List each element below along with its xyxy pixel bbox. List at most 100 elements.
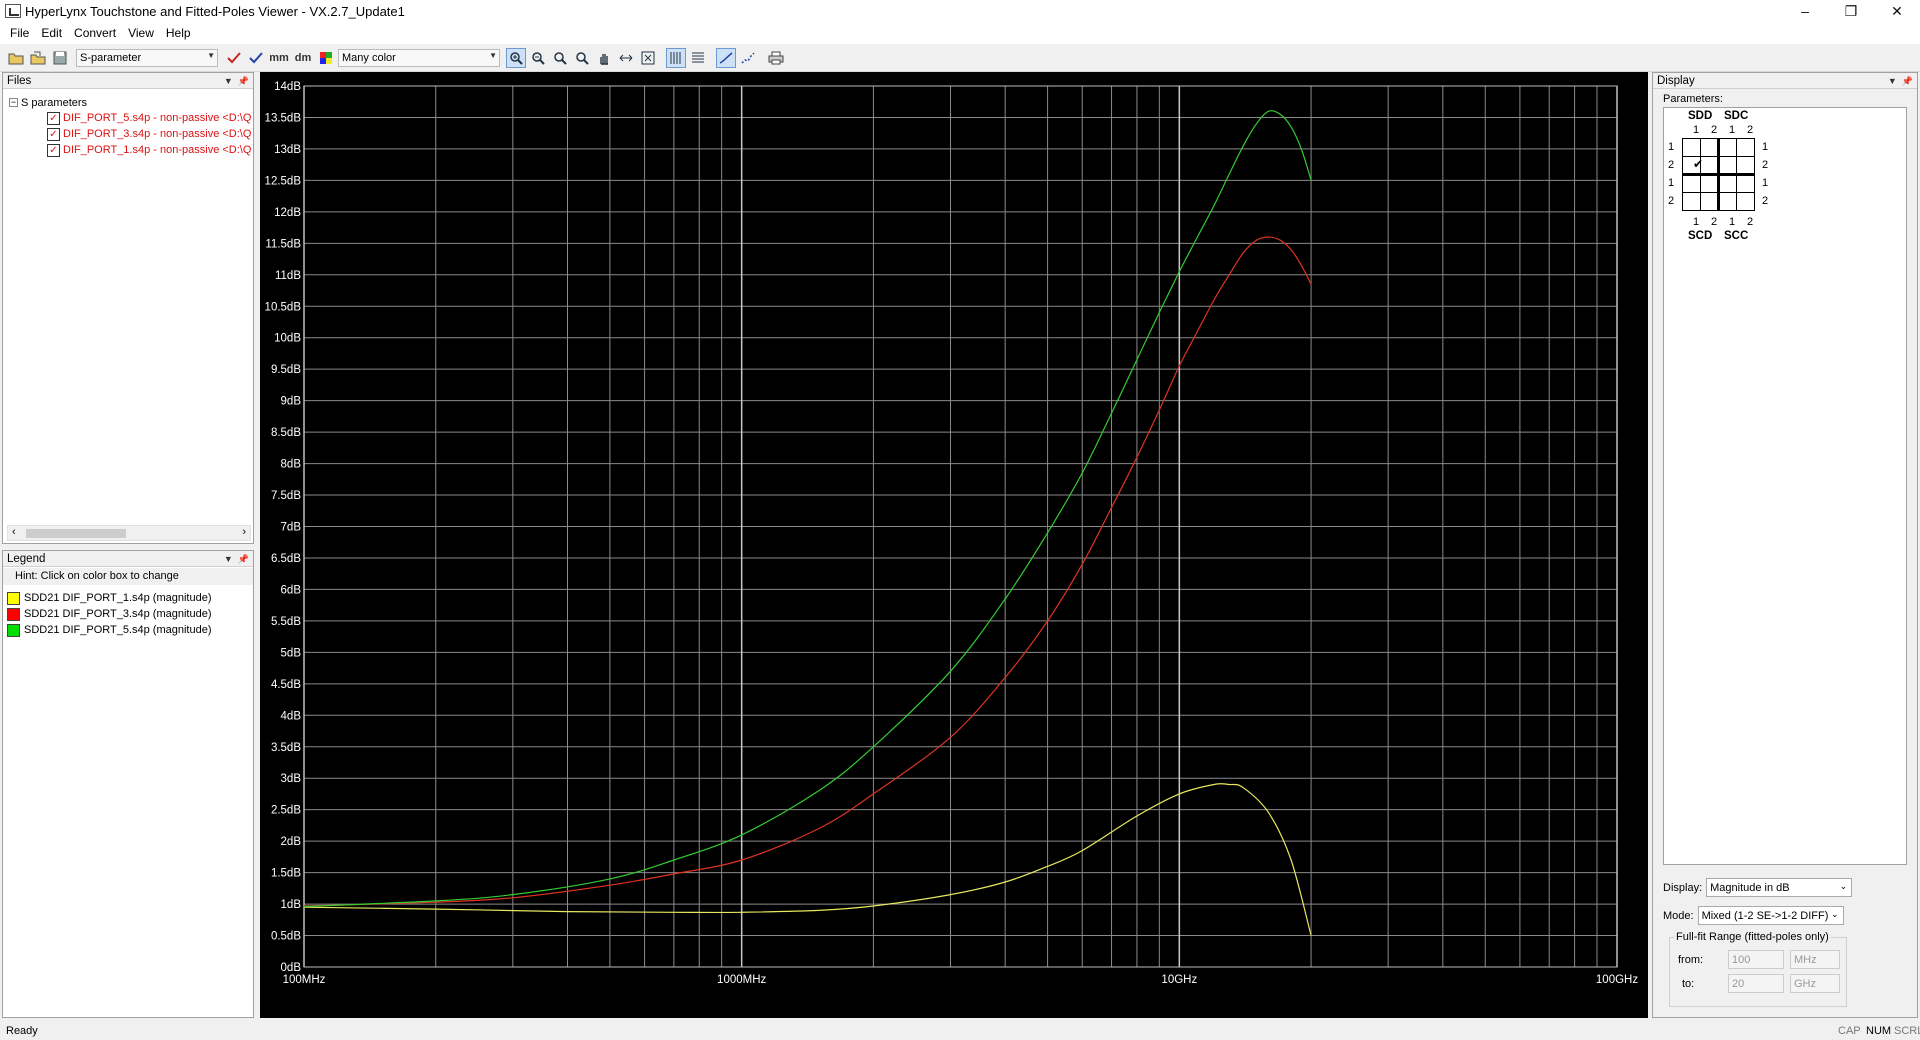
series-line-1[interactable]: [303, 783, 1312, 936]
color-mode-value: Many color: [342, 51, 396, 64]
file-item[interactable]: ✓ DIF_PORT_1.s4p - non-passive <D:\Qu: [47, 142, 251, 158]
file-checkbox[interactable]: ✓: [47, 111, 60, 125]
to-input[interactable]: 20: [1728, 974, 1784, 993]
legend-color-box[interactable]: [7, 623, 20, 637]
color-mode-select[interactable]: Many color ▼: [338, 48, 500, 67]
zoom-in-icon[interactable]: [506, 47, 526, 68]
y-tick-label: 2dB: [281, 836, 302, 848]
y-tick-label: 12.5dB: [265, 175, 302, 187]
legend-panel-header: Legend ▼ 📌: [3, 551, 253, 567]
fit-all-icon[interactable]: [638, 48, 658, 68]
menu-edit[interactable]: Edit: [35, 26, 68, 40]
file-item-label: DIF_PORT_1.s4p - non-passive <D:\Qu: [63, 144, 251, 156]
pin-icon[interactable]: 📌: [1902, 76, 1913, 86]
parameter-matrix-grid[interactable]: [1682, 138, 1758, 214]
scc-header: SCC: [1724, 230, 1749, 242]
menu-convert[interactable]: Convert: [68, 26, 122, 40]
fit-horizontal-icon[interactable]: [616, 48, 636, 68]
file-checkbox[interactable]: ✓: [47, 127, 60, 141]
file-item[interactable]: ✓ DIF_PORT_5.s4p - non-passive <D:\Qu: [47, 110, 251, 126]
grid-vertical-icon[interactable]: [666, 47, 686, 68]
zoom-out-icon[interactable]: [528, 48, 548, 68]
plot-chart[interactable]: 0dB 0.5dB 1dB 1.5dB 2dB 2.5dB 3dB 3.5dB 4dB 4.5dB…: [260, 72, 1648, 1018]
y-tick-label: 0.5dB: [271, 931, 301, 943]
pin-icon[interactable]: 📌: [238, 554, 249, 564]
full-fit-range-group: Full-fit Range (fitted-poles only) from:…: [1669, 931, 1847, 1007]
legend-item: SDD21 DIF_PORT_1.s4p (magnitude): [7, 591, 212, 605]
legend-item-label: SDD21 DIF_PORT_1.s4p (magnitude): [24, 592, 212, 604]
save-icon[interactable]: [50, 48, 70, 68]
open-multiple-icon[interactable]: [28, 48, 48, 68]
col-label: 1: [1693, 124, 1700, 136]
series-line-3[interactable]: [303, 110, 1312, 908]
print-icon[interactable]: [766, 48, 786, 68]
mm-button[interactable]: mm: [268, 48, 290, 68]
check-red-icon[interactable]: [224, 48, 244, 68]
check-blue-icon[interactable]: [246, 48, 266, 68]
y-tick-label: 1dB: [281, 899, 302, 911]
window-title: HyperLynx Touchstone and Fitted-Poles Vi…: [25, 3, 405, 19]
panel-menu-icon[interactable]: ▼: [224, 76, 233, 86]
grid-horizontal-icon[interactable]: [688, 48, 708, 68]
tree-root-label: S parameters: [21, 96, 88, 109]
row-label: 2: [1762, 159, 1769, 171]
title-bar: HyperLynx Touchstone and Fitted-Poles Vi…: [0, 0, 1920, 22]
sdd21-check-icon[interactable]: ✔: [1693, 157, 1703, 171]
files-panel: Files ▼ 📌 − S parameters ✓ DIF_PORT_5.s4…: [2, 72, 254, 544]
y-tick-label: 7.5dB: [271, 490, 301, 502]
y-gridlines: [304, 85, 1617, 968]
collapse-icon[interactable]: −: [9, 98, 18, 107]
panel-menu-icon[interactable]: ▼: [224, 554, 233, 564]
x-tick-label: 1000MHz: [717, 974, 766, 986]
tree-root[interactable]: − S parameters: [9, 95, 253, 110]
file-checkbox[interactable]: ✓: [47, 143, 60, 157]
mode-select[interactable]: Mixed (1-2 SE->1-2 DIFF) ⌄: [1697, 906, 1844, 925]
from-unit-select[interactable]: MHz: [1790, 950, 1840, 969]
restore-button[interactable]: ❐: [1828, 0, 1874, 22]
y-tick-label: 9.5dB: [271, 364, 301, 376]
line-style-icon[interactable]: [716, 47, 736, 68]
zoom-x-icon[interactable]: [550, 48, 570, 68]
menu-file[interactable]: File: [4, 26, 35, 40]
sdc-header: SDC: [1724, 110, 1749, 122]
plot-area[interactable]: 0dB 0.5dB 1dB 1.5dB 2dB 2.5dB 3dB 3.5dB 4dB 4.5dB…: [260, 72, 1648, 1018]
y-tick-label: 14dB: [274, 81, 301, 93]
pan-hand-icon[interactable]: [594, 48, 614, 68]
display-select[interactable]: Magnitude in dB ⌄: [1706, 878, 1853, 897]
display-value: Magnitude in dB: [1710, 881, 1790, 894]
close-button[interactable]: ✕: [1874, 0, 1920, 22]
files-horizontal-scrollbar[interactable]: ‹ ›: [7, 525, 251, 541]
row-label: 1: [1762, 177, 1769, 189]
menu-help[interactable]: Help: [160, 26, 197, 40]
parameter-type-value: S-parameter: [80, 51, 142, 64]
y-tick-label: 13dB: [274, 144, 301, 156]
scroll-thumb[interactable]: [26, 529, 126, 538]
color-palette-icon[interactable]: [316, 48, 336, 68]
scroll-right-icon[interactable]: ›: [242, 526, 246, 538]
y-tick-label: 7dB: [281, 522, 302, 534]
menu-view[interactable]: View: [122, 26, 160, 40]
zoom-y-icon[interactable]: [572, 48, 592, 68]
dm-button[interactable]: dm: [292, 48, 314, 68]
file-item[interactable]: ✓ DIF_PORT_3.s4p - non-passive <D:\Qu: [47, 126, 251, 142]
display-label: Display:: [1663, 881, 1703, 894]
open-folder-icon[interactable]: [6, 48, 26, 68]
legend-color-box[interactable]: [7, 591, 20, 605]
y-tick-label: 9dB: [281, 396, 302, 408]
col-label: 1: [1693, 216, 1700, 228]
from-input[interactable]: 100: [1728, 950, 1784, 969]
panel-menu-icon[interactable]: ▼: [1888, 76, 1897, 86]
files-tree: − S parameters ✓ DIF_PORT_5.s4p - non-pa…: [9, 95, 253, 158]
legend-color-box[interactable]: [7, 607, 20, 621]
display-row: Display: Magnitude in dB ⌄: [1663, 878, 1853, 897]
mode-row: Mode: Mixed (1-2 SE->1-2 DIFF) ⌄: [1663, 906, 1844, 925]
scd-header: SCD: [1688, 230, 1713, 242]
minimize-button[interactable]: –: [1782, 0, 1828, 22]
to-unit-select[interactable]: GHz: [1790, 974, 1840, 993]
points-style-icon[interactable]: [738, 48, 758, 68]
parameter-type-select[interactable]: S-parameter ▼: [76, 48, 218, 67]
scroll-left-icon[interactable]: ‹: [12, 526, 16, 538]
pin-icon[interactable]: 📌: [238, 76, 249, 86]
parameters-label: Parameters:: [1663, 93, 1723, 105]
files-panel-header: Files ▼ 📌: [3, 73, 253, 89]
